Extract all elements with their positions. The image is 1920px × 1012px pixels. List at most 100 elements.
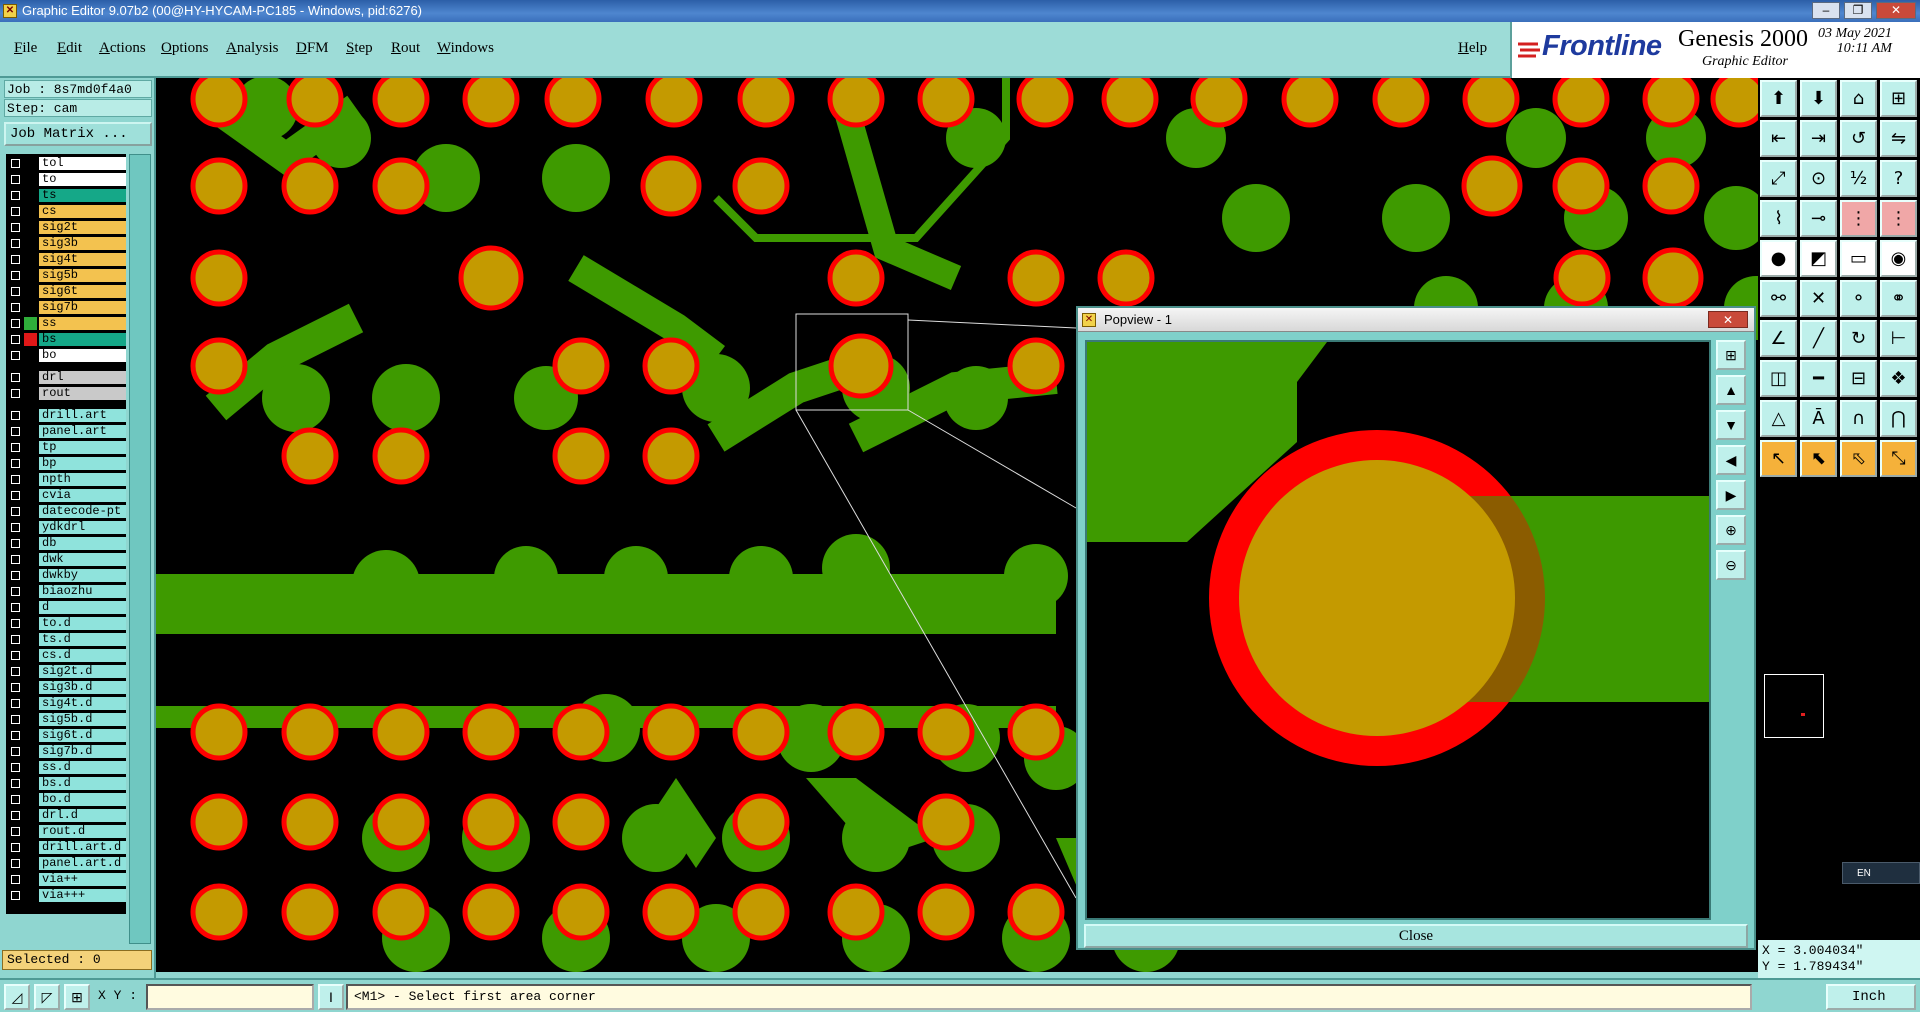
- layer-color-swatch[interactable]: [24, 189, 37, 202]
- layer-row[interactable]: drl: [6, 370, 126, 385]
- view-down-icon[interactable]: ⬇: [1800, 80, 1837, 117]
- layer-name[interactable]: rout: [39, 387, 126, 400]
- layer-name[interactable]: bp: [39, 457, 126, 470]
- text-cursor-icon[interactable]: I: [318, 984, 344, 1010]
- arch-icon[interactable]: ∩: [1840, 400, 1877, 437]
- layer-color-swatch[interactable]: [24, 761, 37, 774]
- layer-checkbox[interactable]: [11, 715, 20, 724]
- select-box-icon[interactable]: ⬉: [1800, 440, 1837, 477]
- layer-row[interactable]: d: [6, 600, 126, 615]
- layer-checkbox[interactable]: [11, 635, 20, 644]
- layer-name[interactable]: d: [39, 601, 126, 614]
- layer-row[interactable]: panel.art.d: [6, 856, 126, 871]
- layer-row[interactable]: rout.d: [6, 824, 126, 839]
- layer-color-swatch[interactable]: [24, 857, 37, 870]
- flip-icon[interactable]: ⊢: [1880, 320, 1917, 357]
- layer-name[interactable]: sig3b.d: [39, 681, 126, 694]
- zoom-one-to-two-icon[interactable]: ½: [1840, 160, 1877, 197]
- menu-dfm[interactable]: DFM: [296, 40, 329, 57]
- layer-row[interactable]: sig4t: [6, 252, 126, 267]
- layer-row[interactable]: bo.d: [6, 792, 126, 807]
- layer-checkbox[interactable]: [11, 891, 20, 900]
- dot-tool-icon[interactable]: ◉: [1880, 240, 1917, 277]
- layer-color-swatch[interactable]: [24, 221, 37, 234]
- layer-row[interactable]: via++: [6, 872, 126, 887]
- layer-name[interactable]: via+++: [39, 889, 126, 902]
- layer-checkbox[interactable]: [11, 411, 20, 420]
- menu-analysis[interactable]: Analysis: [226, 40, 279, 57]
- layer-color-swatch[interactable]: [24, 441, 37, 454]
- layer-color-swatch[interactable]: [24, 301, 37, 314]
- layer-color-swatch[interactable]: [24, 425, 37, 438]
- layer-name[interactable]: bs.d: [39, 777, 126, 790]
- layer-row[interactable]: cs: [6, 204, 126, 219]
- layer-color-swatch[interactable]: [24, 521, 37, 534]
- layer-row[interactable]: npth: [6, 472, 126, 487]
- layer-checkbox[interactable]: [11, 555, 20, 564]
- layer-checkbox[interactable]: [11, 811, 20, 820]
- layer-name[interactable]: cs.d: [39, 649, 126, 662]
- layer-color-swatch[interactable]: [24, 745, 37, 758]
- layer-color-swatch[interactable]: [24, 585, 37, 598]
- layer-row[interactable]: to: [6, 172, 126, 187]
- layer-color-swatch[interactable]: [24, 553, 37, 566]
- layer-name[interactable]: to: [39, 173, 126, 186]
- layer-checkbox[interactable]: [11, 603, 20, 612]
- popview-pan-right-icon[interactable]: ▶: [1716, 480, 1746, 510]
- layer-row[interactable]: ts: [6, 188, 126, 203]
- layer-name[interactable]: ts: [39, 189, 126, 202]
- layer-name[interactable]: sig4t.d: [39, 697, 126, 710]
- pad-tool-icon[interactable]: ●: [1760, 240, 1797, 277]
- language-indicator[interactable]: EN: [1842, 862, 1920, 884]
- layer-checkbox[interactable]: [11, 427, 20, 436]
- slash-icon[interactable]: ╱: [1800, 320, 1837, 357]
- layer-row[interactable]: sig4t.d: [6, 696, 126, 711]
- layer-checkbox[interactable]: [11, 207, 20, 216]
- layer-color-swatch[interactable]: [24, 681, 37, 694]
- layer-name[interactable]: sig5b: [39, 269, 126, 282]
- popview-pan-up-icon[interactable]: ▲: [1716, 375, 1746, 405]
- layer-name[interactable]: dwkby: [39, 569, 126, 582]
- arch-angle-icon[interactable]: ⋂: [1880, 400, 1917, 437]
- layer-color-swatch[interactable]: [24, 237, 37, 250]
- measure-icon[interactable]: ⊸: [1800, 200, 1837, 237]
- menu-rout[interactable]: Rout: [391, 40, 420, 57]
- group-icon[interactable]: ❖: [1880, 360, 1917, 397]
- layer-row[interactable]: sig2t.d: [6, 664, 126, 679]
- layer-name[interactable]: panel.art: [39, 425, 126, 438]
- layer-name[interactable]: sig3b: [39, 237, 126, 250]
- menu-step[interactable]: Step: [346, 40, 373, 57]
- layer-color-swatch[interactable]: [24, 409, 37, 422]
- layer-row[interactable]: biaozhu: [6, 584, 126, 599]
- layer-checkbox[interactable]: [11, 287, 20, 296]
- menu-edit[interactable]: Edit: [57, 40, 82, 57]
- layer-row[interactable]: sig6t.d: [6, 728, 126, 743]
- layer-row[interactable]: via+++: [6, 888, 126, 903]
- layer-checkbox[interactable]: [11, 239, 20, 248]
- layer-checkbox[interactable]: [11, 779, 20, 788]
- layer-row[interactable]: ss: [6, 316, 126, 331]
- layer-name[interactable]: sig7b: [39, 301, 126, 314]
- xy-input[interactable]: [146, 984, 314, 1010]
- layer-checkbox[interactable]: [11, 491, 20, 500]
- layer-color-swatch[interactable]: [24, 537, 37, 550]
- layer-color-swatch[interactable]: [24, 633, 37, 646]
- layer-checkbox[interactable]: [11, 683, 20, 692]
- layer-color-swatch[interactable]: [24, 569, 37, 582]
- layer-color-swatch[interactable]: [24, 889, 37, 902]
- popview-pan-left-icon[interactable]: ◀: [1716, 445, 1746, 475]
- layer-checkbox[interactable]: [11, 875, 20, 884]
- layer-checkbox[interactable]: [11, 827, 20, 836]
- layer-name[interactable]: tp: [39, 441, 126, 454]
- layer-color-swatch[interactable]: [24, 729, 37, 742]
- layer-color-swatch[interactable]: [24, 505, 37, 518]
- layer-row[interactable]: bs: [6, 332, 126, 347]
- layer-row[interactable]: rout: [6, 386, 126, 401]
- layer-name[interactable]: npth: [39, 473, 126, 486]
- layer-name[interactable]: db: [39, 537, 126, 550]
- layer-name[interactable]: ts.d: [39, 633, 126, 646]
- maximize-button[interactable]: ❐: [1844, 2, 1872, 19]
- layer-checkbox[interactable]: [11, 303, 20, 312]
- layer-row[interactable]: drl.d: [6, 808, 126, 823]
- layers-mode-icon[interactable]: ⊞: [64, 984, 90, 1010]
